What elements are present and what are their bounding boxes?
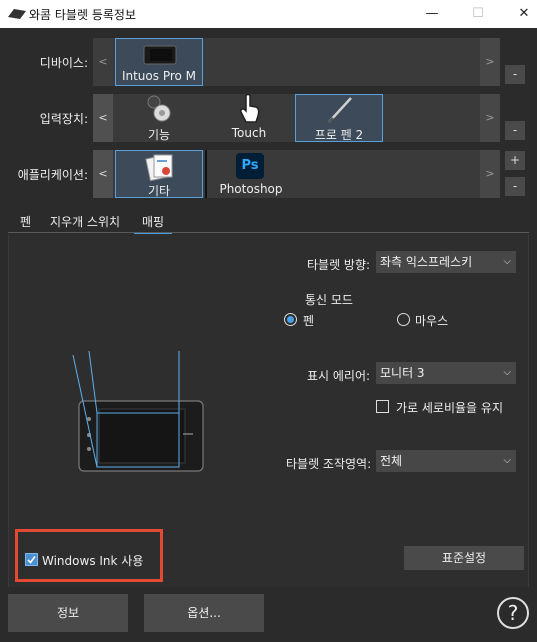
pen-icon: [328, 97, 352, 123]
tablet-area-value: 전체: [380, 454, 403, 468]
orientation-label: 타블렛 방향:: [307, 258, 371, 272]
input-tile-label-functions: 기능: [147, 128, 171, 142]
app-tile-photoshop[interactable]: Ps Photoshop: [205, 150, 293, 198]
tablet-mapping-illustration: [72, 350, 204, 472]
mode-mouse-label: 마우스: [415, 314, 449, 328]
display-area-dropdown[interactable]: 모니터 3 ⌵: [376, 362, 516, 384]
window-title: 와콤 타블렛 등록정보: [29, 8, 136, 22]
input-tile-pro-pen-2[interactable]: 프로 펜 2: [295, 94, 383, 142]
minimize-button[interactable]: —: [409, 0, 455, 28]
help-icon[interactable]: ?: [497, 597, 529, 629]
options-button[interactable]: 옵션...: [144, 594, 264, 632]
tab-bar: 펜 지우개 스위치 매핑: [8, 209, 529, 235]
tablet-icon: [143, 45, 177, 65]
windows-ink-label: Windows Ink 사용: [42, 554, 144, 568]
input-right-arrow[interactable]: >: [480, 94, 500, 142]
checkmark-icon: [27, 556, 36, 564]
tab-pen[interactable]: 펜: [20, 213, 31, 230]
device-tile-label: Intuos Pro M: [121, 69, 197, 83]
device-left-arrow[interactable]: <: [93, 38, 113, 86]
other-apps-icon: [145, 154, 173, 181]
app-right-arrow[interactable]: >: [480, 150, 500, 198]
tablet-area-label: 타블렛 조작영역:: [286, 457, 372, 471]
mode-label: 통신 모드: [305, 293, 353, 307]
chevron-down-icon: ⌵: [503, 256, 511, 267]
mapping-panel: 타블렛 방향: 좌측 익스프레스키 ⌵ 통신 모드 펜 마우스 표시 에리어: …: [8, 234, 529, 587]
about-button[interactable]: 정보: [8, 594, 128, 632]
windows-ink-checkbox[interactable]: [25, 553, 38, 566]
device-remove-button[interactable]: -: [505, 65, 525, 84]
device-right-arrow[interactable]: >: [480, 38, 500, 86]
mode-pen-label: 펜: [303, 314, 315, 328]
tab-mapping[interactable]: 매핑: [134, 213, 173, 235]
chevron-down-icon: ⌵: [503, 367, 511, 378]
display-area-value: 모니터 3: [380, 366, 425, 380]
device-row-label: 디바이스:: [39, 56, 88, 70]
keep-aspect-label: 가로 세로비율을 유지: [396, 401, 503, 415]
expresskey-icon: [147, 95, 171, 122]
app-tile-label-photoshop: Photoshop: [219, 182, 283, 196]
keep-aspect-checkbox[interactable]: [376, 400, 389, 413]
maximize-button[interactable]: ☐: [455, 0, 501, 28]
input-tile-functions[interactable]: 기능: [115, 94, 203, 142]
tab-eraser-switch[interactable]: 지우개 스위치: [50, 213, 120, 230]
chevron-down-icon: ⌵: [503, 455, 511, 466]
mode-mouse-radio[interactable]: [397, 313, 410, 326]
wacom-tablet-icon: [8, 9, 26, 19]
app-remove-button[interactable]: -: [505, 177, 525, 196]
tablet-area-dropdown[interactable]: 전체 ⌵: [376, 450, 516, 472]
touch-hand-icon: [240, 94, 260, 123]
defaults-button[interactable]: 표준설정: [404, 546, 524, 570]
app-row-label: 애플리케이션:: [17, 168, 88, 182]
app-tile-other[interactable]: 기타: [115, 150, 203, 198]
title-bar: 와콤 타블렛 등록정보 — ☐ ✕: [0, 0, 537, 28]
app-tile-label-other: 기타: [147, 184, 171, 198]
device-tile-intuos-pro-m[interactable]: Intuos Pro M: [115, 38, 203, 86]
mode-pen-radio[interactable]: [284, 313, 297, 326]
input-tile-label-touch: Touch: [231, 126, 267, 140]
input-remove-button[interactable]: -: [505, 121, 525, 140]
close-button[interactable]: ✕: [501, 0, 537, 28]
app-add-button[interactable]: +: [505, 151, 525, 170]
input-tile-label-pro-pen: 프로 펜 2: [314, 128, 364, 142]
photoshop-icon: Ps: [236, 153, 264, 179]
orientation-dropdown[interactable]: 좌측 익스프레스키 ⌵: [376, 251, 516, 273]
display-area-label: 표시 에리어:: [307, 369, 371, 383]
input-left-arrow[interactable]: <: [93, 94, 113, 142]
app-left-arrow[interactable]: <: [93, 150, 113, 198]
input-tile-touch[interactable]: Touch: [205, 94, 293, 142]
input-row-label: 입력장치:: [39, 112, 88, 126]
orientation-value: 좌측 익스프레스키: [380, 255, 473, 269]
